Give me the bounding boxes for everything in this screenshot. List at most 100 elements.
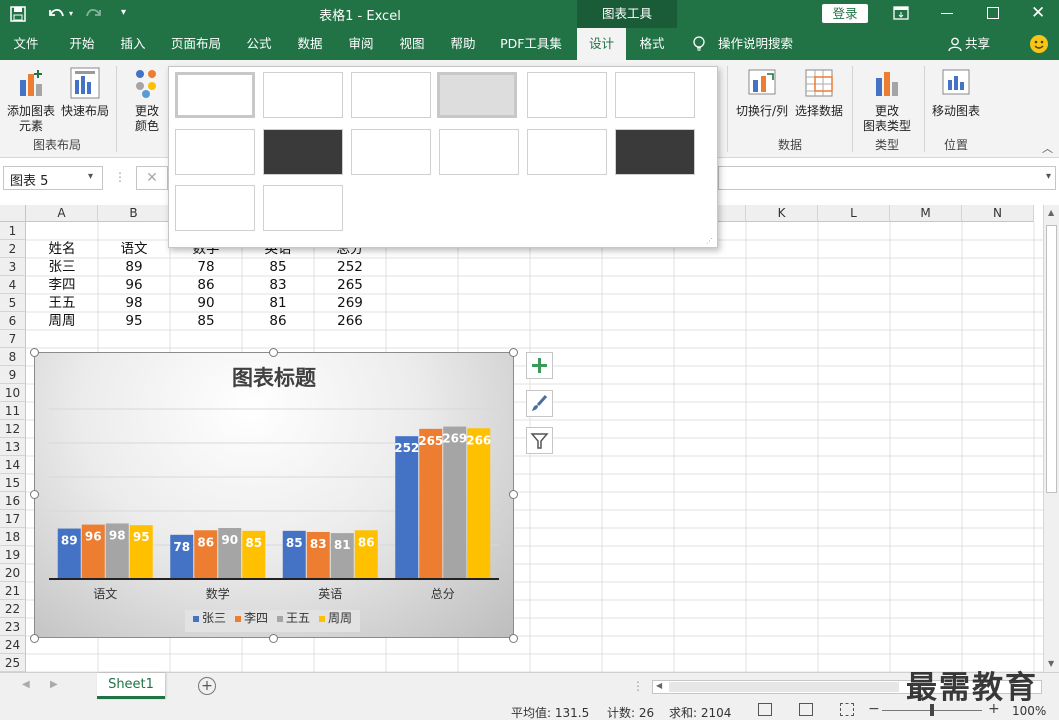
chevron-down-icon[interactable]: ▾ [88,171,93,182]
share-button[interactable]: 共享 [965,28,990,60]
chart-style-thumbnail[interactable] [263,129,343,175]
cell[interactable]: 90 [170,294,242,312]
column-header[interactable]: B [98,205,170,222]
quick-layout-button[interactable]: 快速布局 [58,66,112,119]
column-header[interactable]: N [962,205,1034,222]
cell[interactable]: 姓名 [26,240,98,258]
chart-style-thumbnail[interactable] [527,129,607,175]
page-break-view-icon[interactable] [840,703,854,716]
splitter-grip-icon[interactable]: ⋮ [632,679,644,693]
row-header[interactable]: 17 [0,510,26,528]
page-layout-view-icon[interactable] [799,703,813,716]
row-header[interactable]: 6 [0,312,26,330]
row-header[interactable]: 18 [0,528,26,546]
resize-handle[interactable] [269,634,278,643]
row-header[interactable]: 9 [0,366,26,384]
chart-style-thumbnail[interactable] [263,185,343,231]
row-header[interactable]: 4 [0,276,26,294]
cell[interactable]: 李四 [26,276,98,294]
chart-style-thumbnail[interactable] [527,72,607,118]
login-button[interactable]: 登录 [822,4,868,23]
cell[interactable]: 83 [242,276,314,294]
chart-style-thumbnail[interactable] [263,72,343,118]
row-header[interactable]: 3 [0,258,26,276]
cell[interactable]: 78 [170,258,242,276]
row-header[interactable]: 7 [0,330,26,348]
minimize-icon[interactable] [941,13,953,14]
customize-toolbar-icon[interactable]: ▾ [121,7,126,18]
row-header[interactable]: 22 [0,600,26,618]
expand-formula-icon[interactable]: ▾ [1046,171,1051,182]
cell[interactable]: 语文 [98,240,170,258]
gallery-resize-grip-icon[interactable]: ⋰ [706,237,713,245]
undo-icon[interactable] [46,5,66,23]
scroll-left-icon[interactable]: ◀ [656,681,662,690]
chart-style-thumbnail[interactable] [437,72,517,118]
row-header[interactable]: 13 [0,438,26,456]
resize-handle[interactable] [509,348,518,357]
resize-handle[interactable] [509,490,518,499]
row-header[interactable]: 20 [0,564,26,582]
cell[interactable]: 89 [98,258,170,276]
cell[interactable]: 周周 [26,312,98,330]
smiley-icon[interactable] [1030,35,1048,53]
add-sheet-icon[interactable]: + [198,677,216,695]
resize-handle[interactable] [30,634,39,643]
row-header[interactable]: 2 [0,240,26,258]
scroll-thumb[interactable] [1046,225,1057,493]
chart-style-thumbnail[interactable] [175,129,255,175]
tab-formulas[interactable]: 公式 [239,28,279,60]
tab-help[interactable]: 帮助 [443,28,483,60]
cell[interactable]: 96 [98,276,170,294]
next-sheet-icon[interactable]: ▶ [50,679,58,690]
resize-handle[interactable] [30,490,39,499]
cell[interactable]: 王五 [26,294,98,312]
chart-style-thumbnail[interactable] [175,185,255,231]
save-icon[interactable] [10,6,26,22]
scroll-up-icon[interactable]: ▲ [1048,208,1054,217]
scroll-thumb[interactable] [669,682,899,692]
column-header[interactable]: M [890,205,962,222]
tab-page-layout[interactable]: 页面布局 [165,28,227,60]
close-icon[interactable]: ✕ [1031,3,1045,23]
cancel-icon[interactable]: ✕ [136,166,168,190]
cell[interactable]: 266 [314,312,386,330]
sheet-tab[interactable]: Sheet1 [97,673,165,699]
resize-handle[interactable] [30,348,39,357]
row-header[interactable]: 25 [0,654,26,672]
select-data-button[interactable]: 选择数据 [792,66,846,119]
tab-file[interactable]: 文件 [5,28,47,60]
redo-icon[interactable] [84,5,104,23]
chart-style-thumbnail[interactable] [439,129,519,175]
undo-dropdown-icon[interactable]: ▾ [69,9,73,18]
name-box[interactable]: 图表 5 ▾ [3,166,103,190]
tab-home[interactable]: 开始 [62,28,102,60]
row-header[interactable]: 14 [0,456,26,474]
change-colors-button[interactable]: 更改 颜色 [120,66,174,134]
cell[interactable]: 98 [98,294,170,312]
chart-elements-button[interactable] [526,352,553,379]
tell-me-search[interactable]: 操作说明搜索 [718,28,793,60]
resize-handle[interactable] [269,348,278,357]
chart-styles-button[interactable] [526,390,553,417]
cell[interactable]: 张三 [26,258,98,276]
column-header[interactable]: L [818,205,890,222]
chart-style-thumbnail[interactable] [351,72,431,118]
column-header[interactable]: A [26,205,98,222]
tab-data[interactable]: 数据 [290,28,330,60]
chart-filters-button[interactable] [526,427,553,454]
resize-handle[interactable] [509,634,518,643]
row-header[interactable]: 12 [0,420,26,438]
switch-row-column-button[interactable]: 切换行/列 [732,66,792,119]
chart-style-thumbnail[interactable] [615,129,695,175]
tab-insert[interactable]: 插入 [113,28,153,60]
normal-view-icon[interactable] [758,703,772,716]
cell[interactable]: 81 [242,294,314,312]
select-all-corner[interactable] [0,205,26,222]
chart-style-thumbnail[interactable] [175,72,255,118]
change-chart-type-button[interactable]: 更改 图表类型 [858,66,916,134]
tab-format[interactable]: 格式 [632,28,672,60]
row-header[interactable]: 1 [0,222,26,240]
cell[interactable]: 86 [170,276,242,294]
cell[interactable]: 269 [314,294,386,312]
